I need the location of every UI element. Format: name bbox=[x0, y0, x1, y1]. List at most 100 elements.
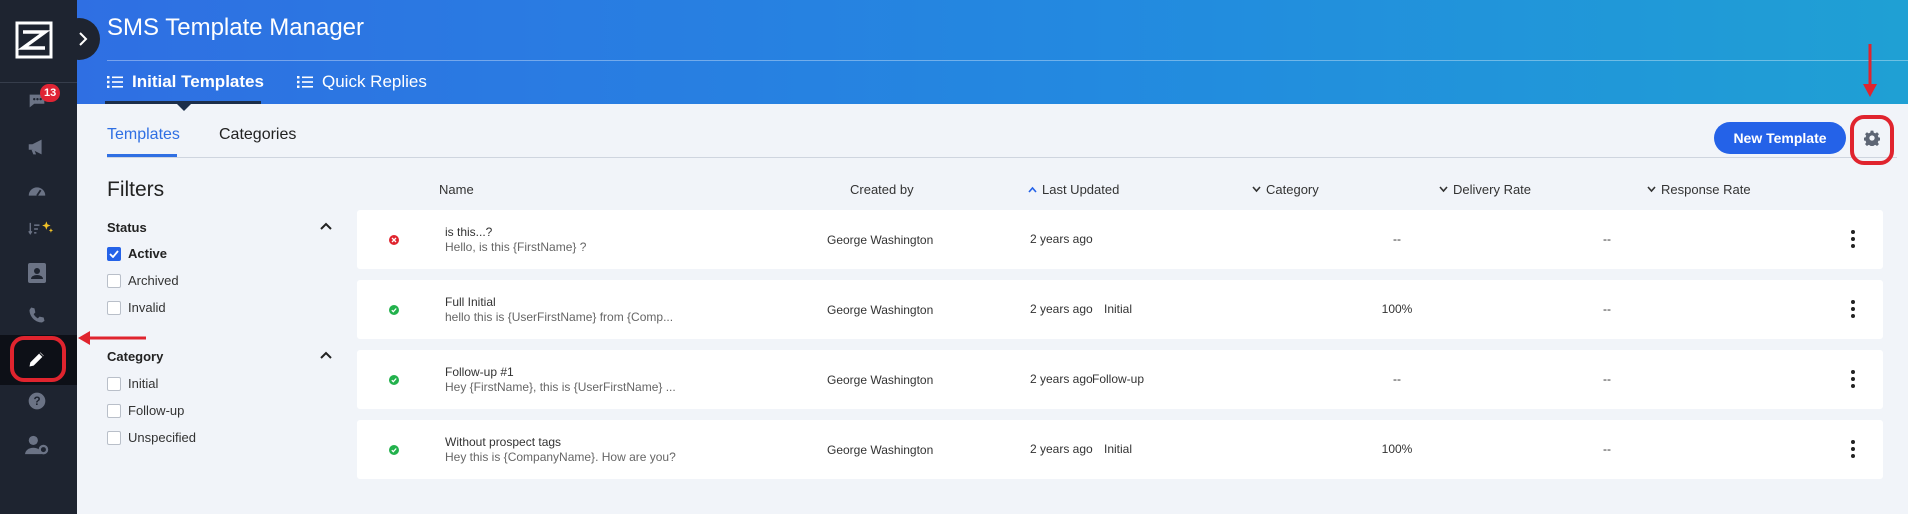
more-options-icon[interactable] bbox=[1850, 300, 1856, 318]
user-settings-icon[interactable] bbox=[24, 432, 50, 458]
filter-option-unspecified[interactable]: Unspecified bbox=[107, 430, 196, 445]
status-active-icon bbox=[389, 445, 399, 455]
response-rate: -- bbox=[1603, 442, 1611, 456]
checkbox-checked[interactable] bbox=[107, 246, 121, 261]
gauge-icon[interactable] bbox=[24, 178, 50, 204]
response-rate: -- bbox=[1603, 232, 1611, 246]
status-active-icon bbox=[389, 375, 399, 385]
created-by: George Washington bbox=[827, 443, 934, 457]
column-header-delivery-rate[interactable]: Delivery Rate bbox=[1439, 182, 1531, 197]
filter-option-initial[interactable]: Initial bbox=[107, 376, 158, 391]
new-template-button[interactable]: New Template bbox=[1714, 122, 1846, 154]
megaphone-icon[interactable] bbox=[24, 134, 50, 160]
column-header-response-rate[interactable]: Response Rate bbox=[1647, 182, 1751, 197]
template-title: Full Initial bbox=[445, 295, 496, 309]
chevron-up-icon[interactable] bbox=[320, 350, 332, 360]
filter-option-label: Initial bbox=[128, 376, 159, 391]
more-options-icon[interactable] bbox=[1850, 230, 1856, 248]
column-header-category[interactable]: Category bbox=[1252, 182, 1319, 197]
template-preview: Hey this is {CompanyName}. How are you? bbox=[445, 450, 676, 464]
sidebar-divider bbox=[0, 82, 77, 83]
more-options-icon[interactable] bbox=[1850, 440, 1856, 458]
phone-icon[interactable] bbox=[24, 302, 50, 328]
category: Initial bbox=[1103, 302, 1132, 316]
filter-option-archived[interactable]: Archived bbox=[107, 273, 179, 288]
template-title: is this...? bbox=[445, 225, 493, 239]
more-options-icon[interactable] bbox=[1850, 370, 1856, 388]
checkbox[interactable] bbox=[107, 273, 121, 288]
sort-sparkle-icon[interactable] bbox=[28, 216, 54, 242]
filter-option-follow-up[interactable]: Follow-up bbox=[107, 403, 184, 418]
created-by: George Washington bbox=[827, 233, 934, 247]
tab-initial-templates[interactable]: Initial Templates bbox=[107, 72, 264, 92]
table-row[interactable]: Without prospect tags Hey this is {Compa… bbox=[357, 420, 1883, 479]
table-row[interactable]: Full Initial hello this is {UserFirstNam… bbox=[357, 280, 1883, 339]
subtab-categories[interactable]: Categories bbox=[219, 126, 296, 144]
app-logo[interactable] bbox=[14, 20, 54, 60]
annotation-arrow-down-icon bbox=[1863, 44, 1877, 97]
page-title: SMS Template Manager bbox=[107, 14, 365, 41]
template-preview: Hey {FirstName}, this is {UserFirstName}… bbox=[445, 380, 676, 394]
filter-option-label: Invalid bbox=[128, 300, 166, 315]
column-header-name[interactable]: Name bbox=[439, 182, 474, 197]
annotation-highlight-settings bbox=[1850, 115, 1894, 165]
filter-heading-category: Category bbox=[107, 349, 164, 364]
checkbox[interactable] bbox=[107, 403, 121, 418]
header-divider bbox=[107, 60, 1908, 61]
checkbox[interactable] bbox=[107, 430, 121, 445]
created-by: George Washington bbox=[827, 303, 934, 317]
subtab-divider bbox=[107, 157, 1897, 158]
chevron-down-icon bbox=[1439, 186, 1448, 193]
template-preview: hello this is {UserFirstName} from {Comp… bbox=[445, 310, 674, 324]
help-icon[interactable]: ? bbox=[24, 388, 50, 414]
response-rate: -- bbox=[1603, 302, 1611, 316]
column-label: Response Rate bbox=[1661, 182, 1751, 197]
response-rate: -- bbox=[1603, 372, 1611, 386]
filter-option-active[interactable]: Active bbox=[107, 246, 167, 261]
checkbox[interactable] bbox=[107, 300, 121, 315]
category: Initial bbox=[1103, 442, 1132, 456]
created-by: George Washington bbox=[827, 373, 934, 387]
column-label: Category bbox=[1266, 182, 1319, 197]
filters-title: Filters bbox=[107, 178, 165, 201]
column-header-last-updated[interactable]: Last Updated bbox=[1028, 182, 1119, 197]
delivery-rate: 100% bbox=[1381, 442, 1413, 456]
filter-option-label: Follow-up bbox=[128, 403, 185, 418]
tab-label: Quick Replies bbox=[322, 72, 427, 91]
sidebar-collapse-button[interactable] bbox=[58, 18, 100, 60]
tab-label: Initial Templates bbox=[132, 72, 264, 91]
app-header: SMS Template Manager Initial Templates Q… bbox=[77, 0, 1908, 104]
filter-option-label: Unspecified bbox=[128, 430, 196, 445]
column-label: Last Updated bbox=[1042, 182, 1120, 197]
checkbox[interactable] bbox=[107, 376, 121, 391]
sidebar: 13 ? bbox=[0, 0, 77, 514]
tab-quick-replies[interactable]: Quick Replies bbox=[297, 72, 427, 92]
contact-card-icon[interactable] bbox=[24, 260, 50, 286]
category: Follow-up bbox=[1091, 372, 1145, 386]
svg-text:?: ? bbox=[33, 395, 40, 408]
subtab-templates[interactable]: Templates bbox=[107, 126, 180, 144]
chevron-up-icon[interactable] bbox=[320, 221, 332, 231]
annotation-highlight-edit bbox=[10, 336, 66, 382]
chevron-down-icon bbox=[1252, 186, 1261, 193]
last-updated: 2 years ago bbox=[1030, 232, 1093, 246]
column-header-created-by[interactable]: Created by bbox=[850, 182, 914, 197]
table-row[interactable]: is this...? Hello, is this {FirstName} ?… bbox=[357, 210, 1883, 269]
chevron-down-icon bbox=[1647, 186, 1656, 193]
check-icon bbox=[109, 249, 119, 258]
column-label: Delivery Rate bbox=[1453, 182, 1532, 197]
list-icon bbox=[107, 76, 123, 88]
chevron-right-icon bbox=[79, 32, 88, 46]
active-tab-caret bbox=[177, 104, 191, 111]
status-active-icon bbox=[389, 305, 399, 315]
filter-heading-status: Status bbox=[107, 220, 147, 235]
filter-option-invalid[interactable]: Invalid bbox=[107, 300, 166, 315]
filter-option-label: Active bbox=[128, 246, 168, 261]
template-title: Follow-up #1 bbox=[445, 365, 514, 379]
filter-option-label: Archived bbox=[128, 273, 179, 288]
template-preview: Hello, is this {FirstName} ? bbox=[445, 240, 587, 254]
status-invalid-icon bbox=[389, 235, 399, 245]
delivery-rate: -- bbox=[1393, 372, 1401, 386]
delivery-rate: -- bbox=[1393, 232, 1401, 246]
table-row[interactable]: Follow-up #1 Hey {FirstName}, this is {U… bbox=[357, 350, 1883, 409]
